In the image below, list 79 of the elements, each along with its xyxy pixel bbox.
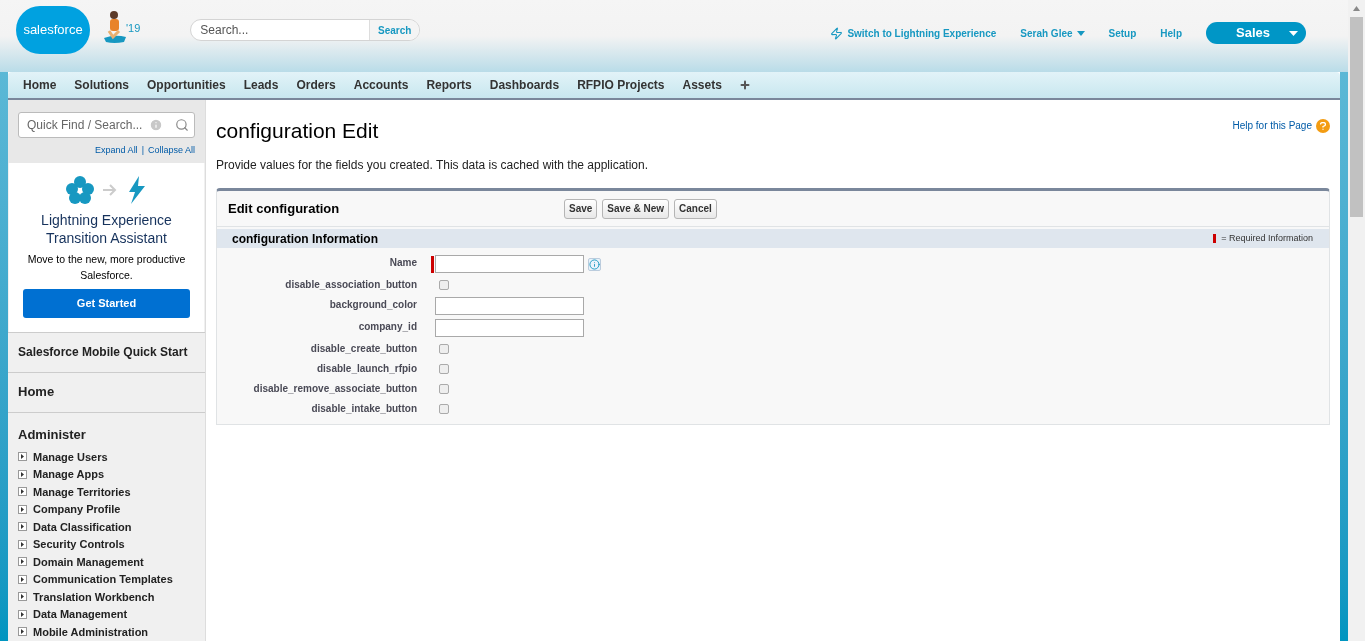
mascot-year: '19 [126, 20, 141, 36]
quick-find-field[interactable]: Quick Find / Search... [18, 112, 195, 138]
expand-toggle-icon[interactable] [18, 592, 27, 602]
nav-tab[interactable]: RFPIO Projects [568, 72, 674, 98]
sidebar-item[interactable]: Communication Templates [33, 571, 173, 588]
sidebar-item[interactable]: Security Controls [33, 536, 125, 553]
nav-tab[interactable]: Reports [417, 72, 481, 98]
nav-tab[interactable]: Dashboards [480, 72, 569, 98]
nav-tab[interactable]: Accounts [344, 72, 418, 98]
expand-toggle-icon[interactable] [18, 504, 27, 514]
field-label: disable_intake_button [310, 402, 417, 416]
form-button[interactable]: Save [564, 198, 598, 219]
caret-icon [1076, 30, 1085, 36]
expand-toggle-icon[interactable] [18, 574, 27, 584]
form-title: Edit configuration [228, 199, 341, 218]
field-label: company_id [357, 320, 417, 334]
sidebar-item[interactable]: Translation Workbench [33, 588, 155, 605]
field-label: disable_create_button [309, 342, 417, 356]
checkbox[interactable] [439, 384, 449, 394]
add-tab-icon[interactable] [738, 79, 751, 91]
expand-toggle-icon[interactable] [18, 487, 27, 497]
checkbox[interactable] [439, 280, 449, 290]
form-button[interactable]: Save & New [602, 198, 670, 219]
help-link[interactable]: Help for this Page [1232, 118, 1330, 133]
nav-tab[interactable]: Orders [287, 72, 345, 98]
form-button[interactable]: Cancel [674, 198, 717, 219]
sidebar-item[interactable]: Manage Users [33, 448, 108, 465]
field-label: background_color [328, 298, 417, 312]
text-field[interactable] [435, 319, 584, 337]
text-field[interactable] [435, 255, 584, 273]
sidebar-item[interactable]: Manage Apps [33, 466, 105, 483]
nav-tab[interactable]: Home [14, 72, 66, 98]
caret-icon [1289, 30, 1298, 36]
section-title: configuration Information [232, 230, 378, 248]
nav-tab[interactable]: Opportunities [138, 72, 235, 98]
field-label: disable_launch_rfpio [315, 362, 417, 376]
scrollbar-thumb[interactable] [1350, 17, 1363, 217]
promo-title: Lightning Experience Transition Assistant [40, 210, 173, 247]
required-marker-icon [1213, 234, 1217, 243]
collapse-all-link[interactable]: Collapse All [147, 144, 195, 158]
field-label: disable_association_button [284, 278, 417, 292]
field-label: disable_remove_associate_button [252, 382, 417, 396]
search-icon[interactable] [175, 118, 189, 132]
sidebar-section[interactable]: Home [8, 371, 205, 412]
help-icon [1316, 118, 1330, 133]
mascot-drawing [104, 10, 126, 44]
sidebar-item[interactable]: Manage Territories [33, 483, 131, 500]
field-label: Name [388, 256, 417, 270]
info-icon [149, 118, 163, 132]
sidebar-item[interactable]: Domain Management [33, 553, 144, 570]
text-field[interactable] [435, 297, 584, 315]
expand-all-link[interactable]: Expand All [95, 144, 138, 158]
required-legend: = Required Information [1221, 231, 1313, 246]
info-icon[interactable] [588, 257, 601, 271]
nav-tab[interactable]: Assets [673, 72, 731, 98]
page-description: Provide values for the fields you created. This data is cached with the application. [216, 157, 650, 174]
sidebar-item[interactable]: Company Profile [33, 501, 121, 518]
checkbox[interactable] [439, 344, 449, 354]
link-separator: | [141, 144, 144, 157]
sidebar-item[interactable]: Data Management [33, 606, 128, 623]
page-title: configuration Edit [216, 120, 379, 142]
checkbox[interactable] [439, 364, 449, 374]
group-title: Administer [18, 425, 87, 444]
get-started-button[interactable]: Get Started [23, 288, 190, 318]
expand-toggle-icon[interactable] [18, 469, 27, 479]
expand-toggle-icon[interactable] [18, 627, 27, 637]
sidebar-item[interactable]: Mobile Administration [33, 623, 149, 640]
lightning-icon [830, 26, 844, 40]
sidebar-section[interactable]: Salesforce Mobile Quick Start [8, 331, 205, 372]
nav-tab[interactable]: Solutions [65, 72, 138, 98]
expand-toggle-icon[interactable] [18, 539, 27, 549]
expand-toggle-icon[interactable] [18, 609, 27, 619]
expand-toggle-icon[interactable] [18, 522, 27, 532]
checkbox[interactable] [439, 404, 449, 414]
promo-text: Move to the new, more productive Salesforce. [26, 251, 187, 283]
sidebar-item[interactable]: Data Classification [33, 518, 132, 535]
expand-toggle-icon[interactable] [18, 557, 27, 567]
nav-tab[interactable]: Leads [234, 72, 288, 98]
expand-toggle-icon[interactable] [18, 452, 27, 462]
